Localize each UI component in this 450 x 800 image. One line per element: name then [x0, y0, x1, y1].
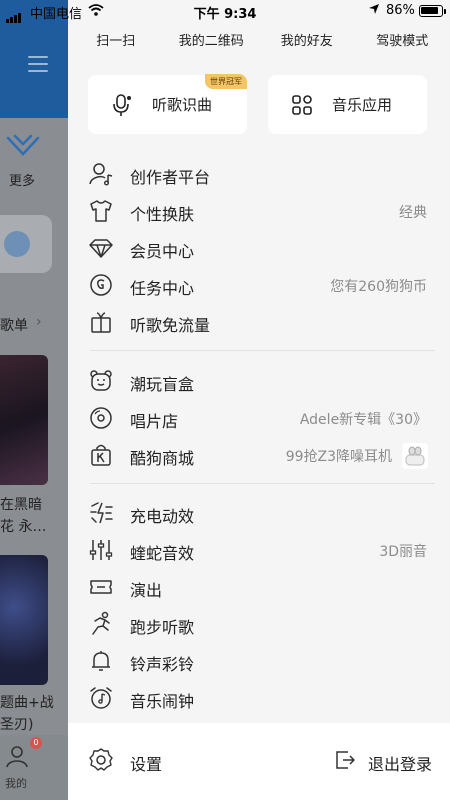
shop-bag-icon	[91, 444, 111, 466]
location-arrow-icon	[368, 3, 380, 15]
menu-item-label: 充电动效	[130, 507, 195, 526]
coin-icon	[90, 274, 112, 296]
side-drawer: 扫一扫 我的二维码 我的好友 驾驶模式 听歌识曲 世界冠军 音乐应用 创作者平台…	[68, 0, 450, 800]
menu-item-label: 音乐闹钟	[130, 692, 195, 711]
menu-item-running[interactable]: 跑步听歌	[68, 606, 450, 643]
settings-button[interactable]: 设置	[130, 751, 162, 775]
menu-item-label: 唱片店	[130, 412, 179, 431]
menu-item-label: 任务中心	[130, 279, 195, 298]
menu-item-ringtones[interactable]: 铃声彩铃	[68, 643, 450, 680]
menu-item-label: 会员中心	[130, 242, 195, 261]
divider	[90, 483, 435, 484]
background-player-card[interactable]	[0, 215, 52, 273]
chevron-right-icon: ›	[36, 314, 42, 330]
album-title: 题曲+战 圣刃)	[0, 695, 54, 733]
recognize-song-card[interactable]: 听歌识曲 世界冠军	[88, 74, 247, 134]
play-icon[interactable]	[4, 231, 30, 257]
menu-item-sound-effect[interactable]: 蝰蛇音效 3D丽音	[68, 532, 450, 569]
menu-item-free-data[interactable]: 听歌免流量	[68, 304, 450, 341]
menu-item-label: 听歌免流量	[130, 316, 211, 335]
gift-icon	[91, 312, 111, 333]
logout-button[interactable]: 退出登录	[368, 751, 432, 775]
menu-item-label: 蝰蛇音效	[130, 544, 195, 563]
menu-item-value: Adele新专辑《30》	[299, 412, 427, 428]
battery-percent: 86%	[386, 3, 415, 18]
music-apps-card[interactable]: 音乐应用	[268, 75, 427, 134]
top-link-scan[interactable]: 扫一扫	[68, 30, 164, 54]
recognize-song-label: 听歌识曲	[152, 96, 213, 114]
menu-item-shows[interactable]: 演出	[68, 569, 450, 606]
disc-icon	[90, 407, 112, 429]
notification-badge: 0	[30, 737, 42, 749]
album-cover[interactable]	[0, 355, 48, 485]
top-link-qrcode[interactable]: 我的二维码	[164, 30, 260, 54]
menu-item-label: 酷狗商城	[130, 449, 195, 468]
more-label[interactable]: 更多	[9, 170, 35, 189]
mic-note-icon	[113, 94, 131, 116]
running-icon	[92, 611, 110, 635]
bear-icon	[90, 370, 112, 391]
menu-item-mall[interactable]: 酷狗商城 99抢Z3降噪耳机	[68, 437, 450, 474]
menu-item-blind-box[interactable]: 潮玩盲盒	[68, 363, 450, 400]
creator-icon	[89, 163, 113, 186]
album-cover[interactable]	[0, 555, 48, 685]
album-title: 在黑暗花 永…	[0, 497, 47, 535]
menu-item-tasks[interactable]: 任务中心 您有260狗狗币	[68, 267, 450, 304]
menu-item-label: 个性换肤	[130, 205, 195, 224]
grid-apps-icon	[292, 95, 312, 115]
clock: 下午 9:34	[193, 7, 257, 22]
playlist-label[interactable]: 歌单	[0, 315, 28, 335]
champion-badge: 世界冠军	[205, 74, 247, 89]
user-icon[interactable]	[4, 743, 30, 769]
music-apps-label: 音乐应用	[332, 96, 393, 114]
menu-item-charge-effect[interactable]: 充电动效	[68, 495, 450, 532]
menu-item-vip[interactable]: 会员中心	[68, 230, 450, 267]
heart-icon[interactable]	[6, 132, 40, 158]
menu-item-value: 您有260狗狗币	[330, 279, 427, 295]
menu-item-skin[interactable]: 个性换肤 经典	[68, 193, 450, 230]
menu-icon[interactable]	[28, 56, 48, 72]
background-app: 更多 歌单 › 在黑暗花 永… 题曲+战 圣刃) 0 我的	[0, 0, 68, 800]
equalizer-icon	[89, 540, 113, 560]
battery-icon	[419, 5, 443, 17]
tab-bar: 0 我的	[0, 735, 68, 800]
menu-item-alarm[interactable]: 音乐闹钟	[68, 680, 450, 717]
menu-item-label: 跑步听歌	[130, 618, 195, 637]
charge-icon	[90, 502, 113, 524]
bell-icon	[92, 651, 110, 671]
tab-me[interactable]: 我的	[5, 775, 27, 791]
divider	[90, 350, 435, 351]
menu-item-record-store[interactable]: 唱片店 Adele新专辑《30》	[68, 400, 450, 437]
status-bar: 中国电信 下午 9:34 86%	[0, 0, 450, 24]
ticket-icon	[90, 580, 112, 594]
alarm-clock-icon	[90, 687, 112, 709]
menu-item-label: 铃声彩铃	[130, 655, 195, 674]
menu-item-value: 99抢Z3降噪耳机	[285, 449, 392, 465]
menu-item-value: 3D丽音	[379, 544, 427, 560]
top-links: 扫一扫 我的二维码 我的好友 驾驶模式	[68, 30, 450, 54]
top-link-friends[interactable]: 我的好友	[259, 30, 355, 54]
gear-icon[interactable]	[88, 747, 114, 773]
tshirt-icon	[90, 200, 112, 222]
logout-icon[interactable]	[334, 749, 356, 771]
menu-item-label: 潮玩盲盒	[130, 375, 195, 394]
earbuds-thumbnail-icon	[402, 443, 428, 469]
menu-item-value: 经典	[399, 205, 427, 221]
diamond-icon	[89, 239, 113, 258]
menu-item-creator[interactable]: 创作者平台	[68, 156, 450, 193]
top-link-drive-mode[interactable]: 驾驶模式	[355, 30, 450, 54]
menu-item-label: 演出	[130, 581, 163, 600]
drawer-footer: 设置 退出登录	[68, 723, 450, 800]
menu-item-label: 创作者平台	[130, 168, 211, 187]
